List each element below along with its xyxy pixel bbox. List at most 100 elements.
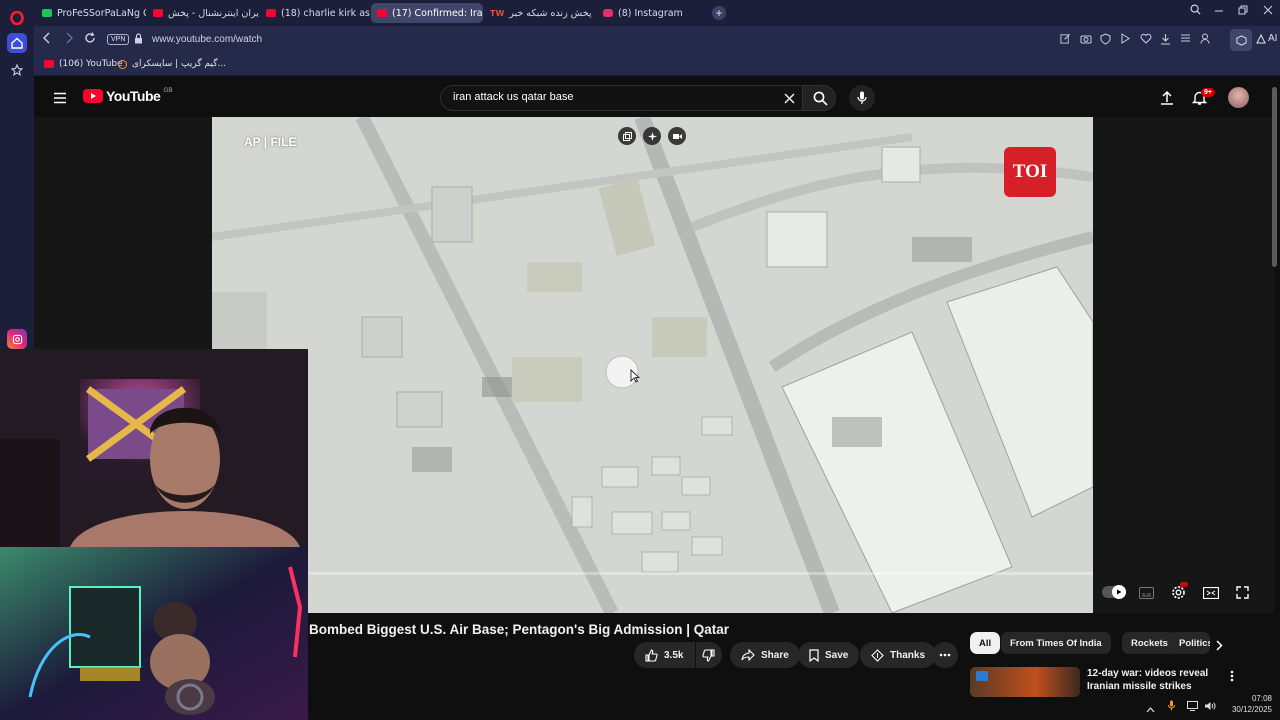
search-input[interactable] (453, 91, 773, 103)
tab-label: (8) Instagram (618, 7, 683, 19)
fullscreen-icon[interactable] (1236, 586, 1249, 604)
chip-rockets[interactable]: Rockets (1122, 632, 1177, 654)
thumbs-up-icon (645, 648, 658, 662)
share-button[interactable]: Share (730, 642, 800, 668)
bookmark-icon (809, 648, 819, 662)
tw-icon: TW (490, 8, 505, 18)
webcam-face-feed (0, 349, 308, 547)
save-button[interactable]: Save (798, 642, 860, 668)
download-icon[interactable] (1160, 33, 1171, 48)
youtube-logo[interactable]: YouTube GB (83, 86, 173, 104)
autoplay-toggle[interactable] (1102, 585, 1126, 599)
dislike-button[interactable] (696, 642, 722, 668)
home-icon[interactable] (7, 33, 27, 53)
restore-icon[interactable] (1233, 4, 1253, 18)
avatar[interactable] (1228, 87, 1249, 108)
recommendation-more-icon[interactable] (1230, 669, 1234, 687)
aria-icon (1256, 33, 1266, 43)
video-player[interactable]: AP | FILE TOI (212, 117, 1093, 613)
volume-icon[interactable] (1204, 698, 1216, 716)
theater-mode-icon[interactable] (1202, 586, 1220, 604)
menu-icon[interactable] (1180, 33, 1191, 46)
shield-check-icon[interactable] (1100, 33, 1111, 48)
instagram-icon (603, 9, 613, 17)
tab-label: (17) Confirmed: Iran Missi (392, 7, 483, 19)
opera-logo-icon[interactable] (7, 8, 27, 28)
video-progress-bar[interactable] (212, 572, 1093, 575)
youtube-icon (44, 60, 54, 68)
settings-gear-icon[interactable] (1171, 582, 1188, 605)
search-button[interactable] (802, 85, 836, 111)
share-label: Share (761, 649, 789, 661)
notifications-badge: 9+ (1201, 88, 1215, 97)
minimize-icon[interactable] (1209, 4, 1229, 18)
voice-search-button[interactable] (849, 85, 875, 111)
aria-ai-button[interactable]: AI (1256, 33, 1277, 44)
back-icon[interactable] (42, 32, 52, 47)
search-tabs-icon[interactable] (1185, 4, 1205, 18)
more-horizontal-icon (939, 653, 951, 657)
upload-icon[interactable] (1160, 90, 1174, 110)
chip-from-times-of-india[interactable]: From Times Of India (1001, 632, 1111, 654)
video-watermark: AP | FILE (244, 135, 297, 149)
streamer-room-image (0, 547, 308, 720)
tab-label: ProFeSSorPaLaNg Clips - \ (57, 7, 146, 19)
subtitles-icon[interactable] (1139, 586, 1154, 604)
tab-label: ایران اینترنشنال - پخش (168, 7, 259, 19)
clock-time: 07:08 (1251, 694, 1272, 703)
like-button[interactable]: 3.5k (634, 642, 695, 668)
extensions-cube-icon[interactable] (1230, 29, 1252, 51)
vpn-button[interactable]: VPN (107, 34, 130, 45)
search-icon (813, 91, 828, 106)
region-code: GB (163, 86, 173, 94)
clock[interactable]: 07:08 30/12/2025 (1226, 693, 1272, 715)
page-scrollbar[interactable] (1272, 87, 1277, 267)
miniplayer-icon[interactable] (618, 127, 636, 145)
tab-professorpalang-clips[interactable]: ProFeSSorPaLaNg Clips - \ (36, 3, 146, 23)
network-icon[interactable] (1187, 698, 1199, 716)
streamer-face-image (0, 349, 308, 547)
hamburger-menu-icon[interactable] (53, 91, 67, 109)
video-camera-icon[interactable] (668, 127, 686, 145)
sparkle-icon[interactable] (643, 127, 661, 145)
new-tab-button[interactable]: + (712, 6, 726, 20)
youtube-icon (266, 9, 276, 17)
url-field[interactable]: www.youtube.com/watch (152, 34, 262, 45)
chip-all[interactable]: All (970, 632, 1001, 654)
forward-icon[interactable] (64, 32, 74, 47)
profile-icon[interactable] (1200, 33, 1210, 47)
thumbs-down-icon (702, 648, 715, 662)
tab-iran-international[interactable]: ایران اینترنشنال - پخش (147, 3, 259, 23)
more-actions-button[interactable] (932, 642, 958, 668)
tab-live-news-channel[interactable]: TW پخش زنده شبکه خبر (484, 3, 596, 23)
bookmark-gamegrip[interactable]: گیم گریپ | سایسکرای... (118, 59, 226, 69)
tab-label: پخش زنده شبکه خبر (509, 7, 592, 19)
heart-icon[interactable] (1140, 33, 1152, 47)
tab-confirmed-iran-missile[interactable]: (17) Confirmed: Iran Missi (371, 3, 483, 23)
lock-icon[interactable] (134, 33, 143, 47)
bookmarks-star-icon[interactable] (7, 60, 27, 80)
toi-channel-logo: TOI (1004, 147, 1056, 197)
microphone-tray-icon[interactable] (1168, 698, 1175, 716)
reload-icon[interactable] (84, 32, 96, 47)
chevron-up-icon[interactable] (1146, 700, 1155, 718)
instagram-icon[interactable] (7, 329, 27, 349)
chip-politics[interactable]: Politics (1170, 632, 1210, 654)
play-icon[interactable] (1120, 33, 1130, 47)
bookmark-youtube[interactable]: (106) YouTube (44, 59, 123, 69)
tab-instagram[interactable]: (8) Instagram (597, 3, 707, 23)
clear-search-icon[interactable] (784, 89, 795, 108)
chevron-right-icon[interactable] (1215, 638, 1223, 656)
like-count: 3.5k (664, 649, 684, 661)
search-box (440, 85, 804, 111)
close-window-icon[interactable] (1258, 4, 1278, 18)
thanks-button[interactable]: Thanks (860, 642, 937, 668)
tab-charlie-kirk[interactable]: (18) charlie kirk assassinat (260, 3, 370, 23)
kick-icon (42, 9, 52, 17)
save-label: Save (825, 649, 849, 661)
edit-icon[interactable] (1060, 33, 1071, 47)
camera-icon[interactable] (1080, 33, 1092, 47)
clock-date: 30/12/2025 (1231, 705, 1272, 714)
recommendation-thumbnail[interactable] (970, 667, 1080, 697)
ai-label: AI (1268, 33, 1278, 44)
